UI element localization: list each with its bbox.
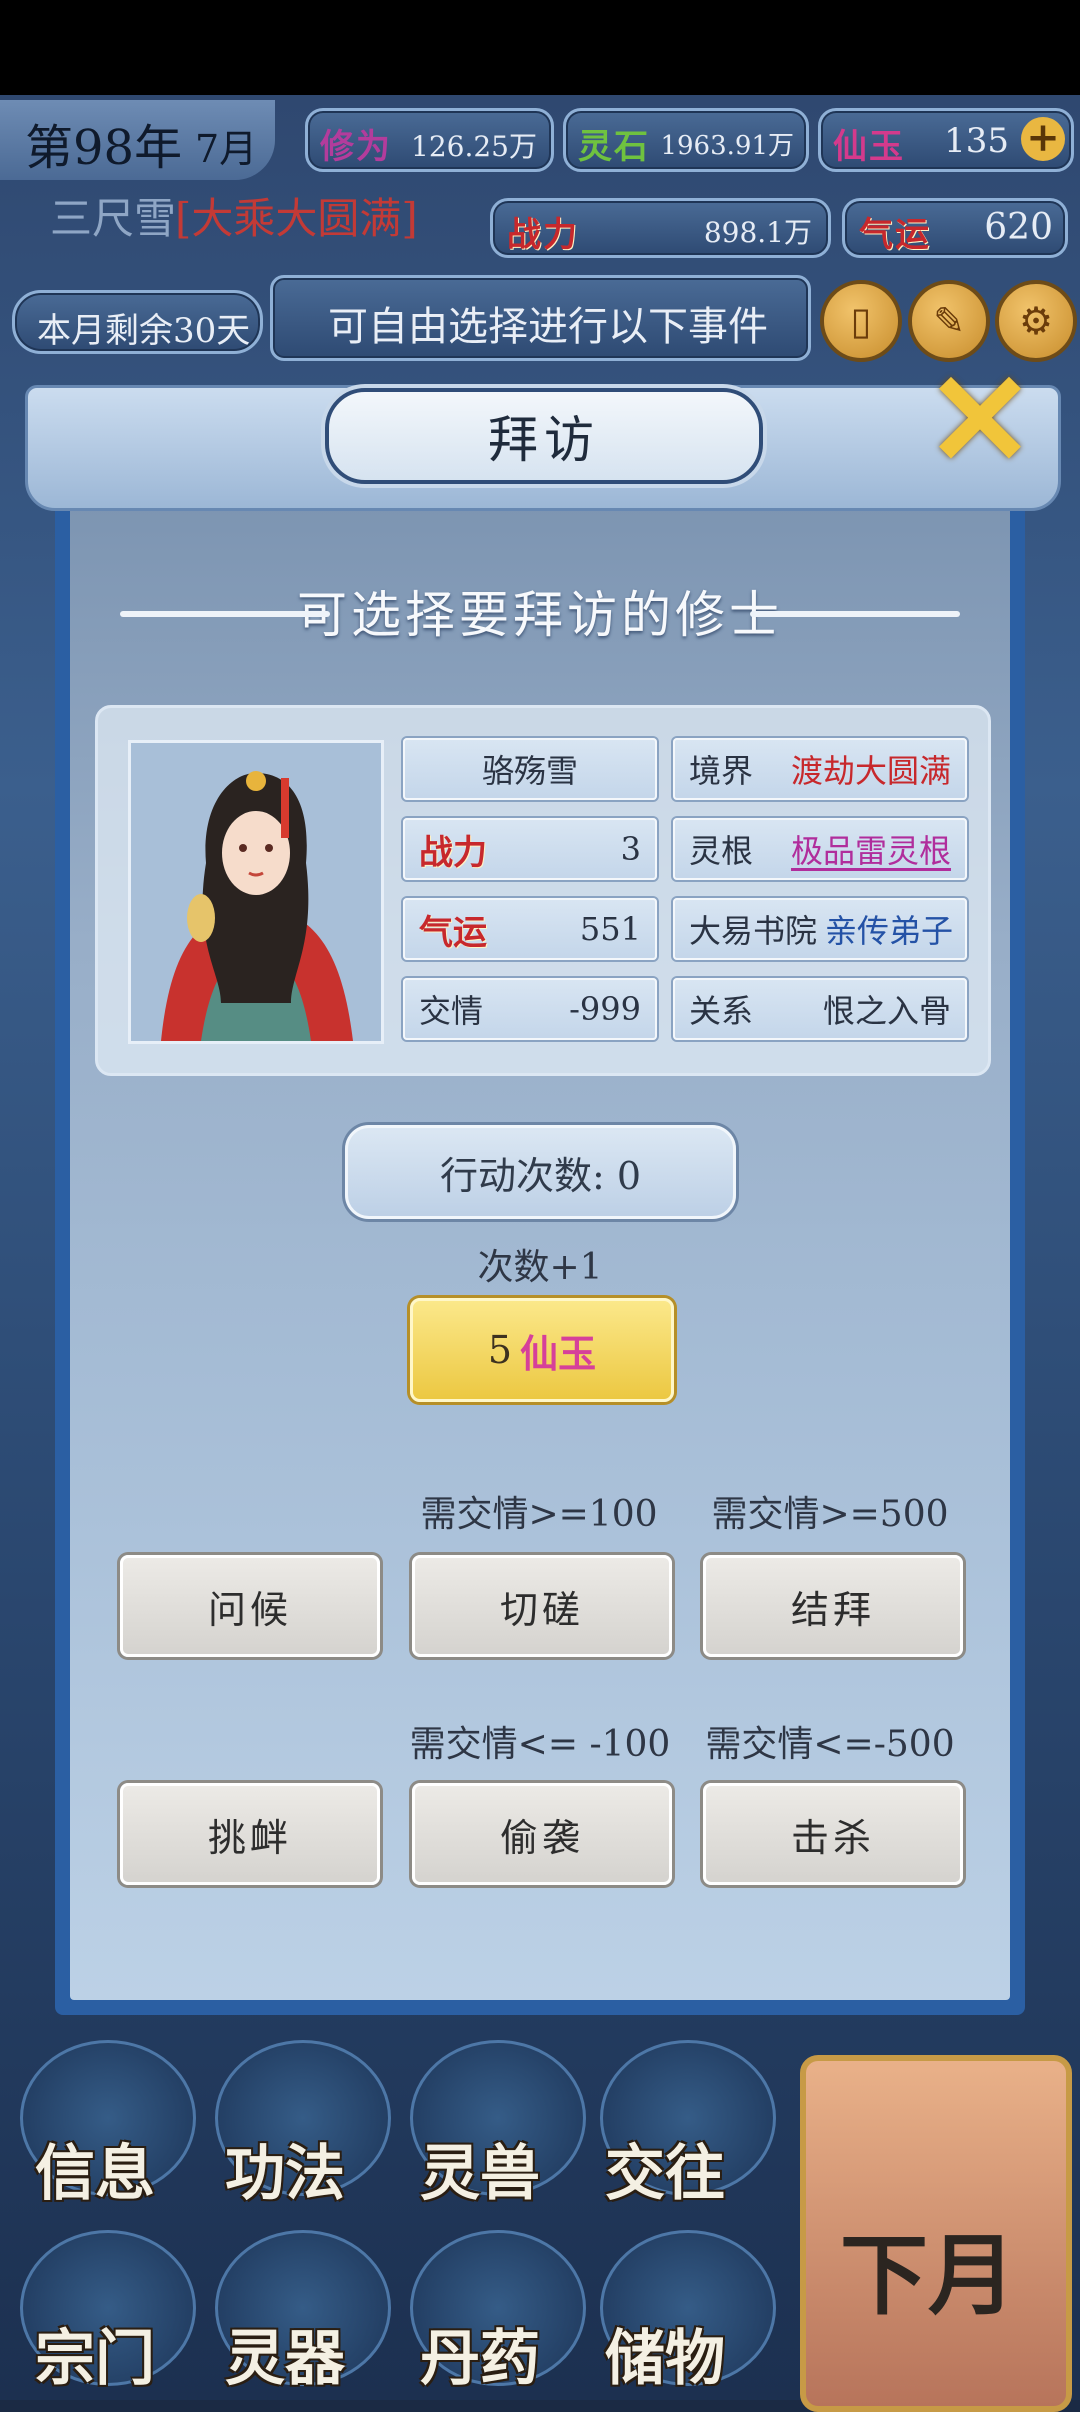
dialog-title-plate: 拜访: [325, 388, 763, 484]
month-label: 7月: [195, 127, 258, 171]
req-spar: 需交情>=100: [420, 1494, 658, 1535]
stat-jade: 仙玉 135 +: [818, 108, 1074, 172]
player-luck: 气运 620: [842, 198, 1068, 258]
npc-relation-cell: 关系 恨之入骨: [673, 978, 967, 1040]
right-ornament: [750, 611, 960, 617]
npc-sect-cell: 大易书院 亲传弟子: [673, 898, 967, 960]
add-jade-icon[interactable]: +: [1021, 117, 1065, 161]
npc-luck-cell: 气运 551: [403, 898, 657, 960]
plus-one-note: 次数+1: [477, 1247, 603, 1288]
npc-favor-cell: 交情 -999: [403, 978, 657, 1040]
nav-sect-label: 宗门: [35, 2324, 155, 2394]
scroll-icon[interactable]: ▯: [820, 280, 902, 362]
npc-name-cell: 骆殇雪: [403, 738, 657, 800]
greet-button[interactable]: 问候: [120, 1555, 380, 1657]
npc-root-cell: 灵根 极品雷灵根: [673, 818, 967, 880]
npc-combat-cell: 战力 3: [403, 818, 657, 880]
date-panel: 第98年 7月: [0, 100, 275, 180]
req-ambush: 需交情<= -100: [409, 1724, 671, 1765]
npc-portrait: [128, 740, 384, 1044]
event-banner: 可自由选择进行以下事件: [270, 275, 811, 361]
stat-cultivation: 修为 126.25万: [305, 108, 554, 172]
next-month-label: 下月: [840, 2223, 1017, 2327]
kill-button[interactable]: 击杀: [703, 1783, 963, 1885]
ambush-button[interactable]: 偷袭: [412, 1783, 672, 1885]
status-bar: [0, 0, 1080, 95]
player-combat: 战力 898.1万: [490, 198, 831, 258]
npc-realm-cell: 境界 渡劫大圆满: [673, 738, 967, 800]
sworn-brother-button[interactable]: 结拜: [703, 1555, 963, 1657]
spar-button[interactable]: 切磋: [412, 1555, 672, 1657]
provoke-button[interactable]: 挑衅: [120, 1783, 380, 1885]
dialog-title: 拜访: [488, 411, 600, 469]
days-left-badge: 本月剩余30天: [12, 290, 263, 354]
nav-social-label: 交往: [605, 2139, 725, 2209]
nav-artifacts-label: 灵器: [225, 2324, 345, 2394]
npc-info-panel: 骆殇雪 境界 渡劫大圆满 战力 3 灵根 极品雷灵根 气运 551 大易书院 亲…: [95, 705, 991, 1076]
action-count-box: 行动次数: 0: [345, 1125, 736, 1219]
nav-info-label: 信息: [35, 2139, 155, 2209]
nav-storage-label: 储物: [605, 2324, 725, 2394]
player-name-tag: 三尺雪 [大乘大圆满]: [50, 194, 418, 243]
nav-beasts-label: 灵兽: [420, 2139, 540, 2209]
dialog-subtitle: 可选择要拜访的修士: [120, 575, 960, 655]
nav-skills-label: 功法: [225, 2139, 345, 2209]
req-sworn: 需交情>=500: [711, 1494, 949, 1535]
left-ornament: [120, 611, 330, 617]
buy-action-button[interactable]: 5 仙玉: [410, 1298, 674, 1402]
close-icon[interactable]: ✕: [920, 355, 1040, 485]
req-kill: 需交情<=-500: [705, 1724, 955, 1765]
year-label: 第98年: [25, 120, 183, 176]
stat-spirit-stone: 灵石 1963.91万: [563, 108, 809, 172]
nav-pills-label: 丹药: [420, 2324, 540, 2394]
